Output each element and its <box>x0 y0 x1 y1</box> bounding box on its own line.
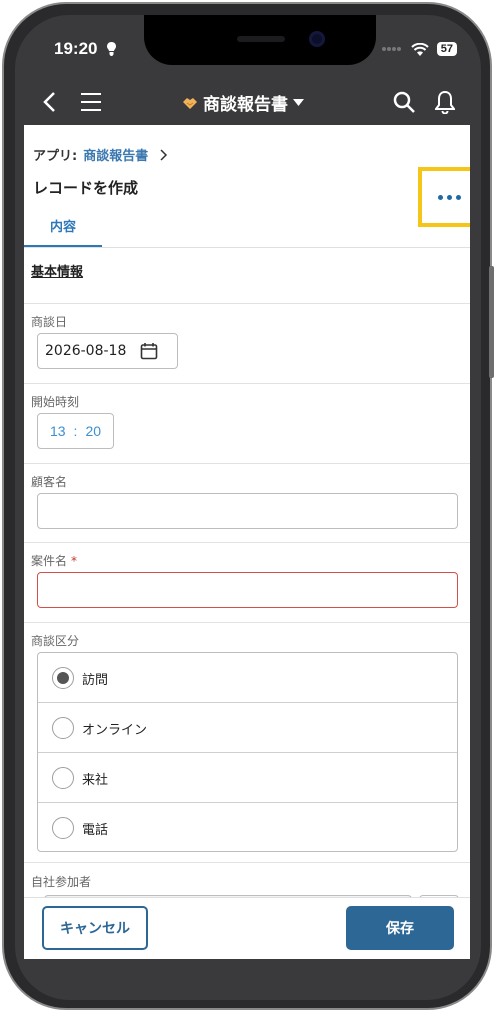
date-value: 2026-08-18 <box>45 343 127 359</box>
breadcrumb-app-link[interactable]: 商談報告書 <box>83 145 148 164</box>
case-field[interactable] <box>37 572 458 608</box>
page-title: レコードを作成 <box>33 179 139 197</box>
field-divider <box>24 622 470 623</box>
radio-button[interactable] <box>52 767 74 789</box>
battery-indicator: 57 <box>436 42 457 56</box>
app-switcher[interactable]: 商談報告書 <box>182 90 304 115</box>
type-label: 商談区分 <box>31 634 80 648</box>
radio-label: 電話 <box>82 822 109 838</box>
time-field[interactable]: 13 : 20 <box>37 413 114 449</box>
side-button <box>489 266 494 378</box>
radio-button[interactable] <box>52 817 74 839</box>
screen: 19:20 57 商談報告書 アプリ: 商談報告書 レコードを作成 内容 基本情… <box>15 15 481 1000</box>
wifi-icon <box>411 42 429 56</box>
radio-option-phone[interactable]: 電話 <box>38 803 457 853</box>
more-dot <box>446 194 452 200</box>
record-form-page: アプリ: 商談報告書 レコードを作成 内容 基本情報 商談日 2026-08-1… <box>24 125 470 900</box>
more-dot <box>437 194 443 200</box>
chevron-right-icon <box>160 148 168 161</box>
bell-icon[interactable] <box>435 90 455 114</box>
time-separator: : <box>73 423 78 439</box>
cancel-button[interactable]: キャンセル <box>42 906 148 950</box>
radio-option-visit[interactable]: 訪問 <box>38 653 457 703</box>
type-radio-group: 訪問 オンライン 来社 電話 <box>37 652 458 852</box>
lightbulb-icon <box>107 42 116 56</box>
time-hour[interactable]: 13 <box>50 423 66 439</box>
more-options-button[interactable] <box>418 167 470 227</box>
back-icon[interactable] <box>42 91 56 113</box>
status-time: 19:20 <box>54 39 98 58</box>
tab-content[interactable]: 内容 <box>24 215 102 247</box>
phone-frame: 19:20 57 商談報告書 アプリ: 商談報告書 レコードを作成 内容 基本情… <box>2 2 494 1010</box>
front-camera <box>309 31 325 47</box>
app-title: 商談報告書 <box>203 95 288 115</box>
breadcrumb: アプリ: 商談報告書 <box>33 145 168 164</box>
field-divider <box>24 542 470 543</box>
field-divider <box>24 303 470 304</box>
tab-divider <box>24 247 470 248</box>
field-divider <box>24 383 470 384</box>
radio-label: 来社 <box>82 772 109 788</box>
date-label: 商談日 <box>31 315 68 329</box>
radio-option-office-visit[interactable]: 来社 <box>38 753 457 803</box>
required-mark: * <box>71 554 78 568</box>
handshake-icon <box>183 97 197 109</box>
field-divider <box>24 463 470 464</box>
status-indicators: 57 <box>381 42 457 56</box>
caret-down-icon <box>293 99 304 106</box>
date-field[interactable]: 2026-08-18 <box>37 333 178 369</box>
breadcrumb-prefix: アプリ: <box>33 149 78 164</box>
notch <box>144 15 376 65</box>
participants-label: 自社参加者 <box>31 875 92 889</box>
signal-icon <box>381 47 401 51</box>
search-icon[interactable] <box>393 91 415 113</box>
radio-button[interactable] <box>52 667 74 689</box>
radio-option-online[interactable]: オンライン <box>38 703 457 753</box>
speaker <box>237 36 285 42</box>
radio-label: オンライン <box>82 722 148 738</box>
app-header: 商談報告書 <box>15 77 481 125</box>
action-footer: キャンセル 保存 <box>24 897 470 959</box>
calendar-icon[interactable] <box>140 342 158 360</box>
menu-icon[interactable] <box>80 92 102 112</box>
case-label: 案件名 * <box>31 552 77 569</box>
customer-label: 顧客名 <box>31 475 68 489</box>
more-dot <box>455 194 461 200</box>
case-label-text: 案件名 <box>31 554 68 568</box>
time-minute[interactable]: 20 <box>85 423 101 439</box>
section-title: 基本情報 <box>31 265 84 280</box>
save-button[interactable]: 保存 <box>346 906 454 950</box>
customer-field[interactable] <box>37 493 458 529</box>
radio-button[interactable] <box>52 717 74 739</box>
time-label: 開始時刻 <box>31 395 80 409</box>
radio-label: 訪問 <box>82 672 109 688</box>
field-divider <box>24 862 470 863</box>
